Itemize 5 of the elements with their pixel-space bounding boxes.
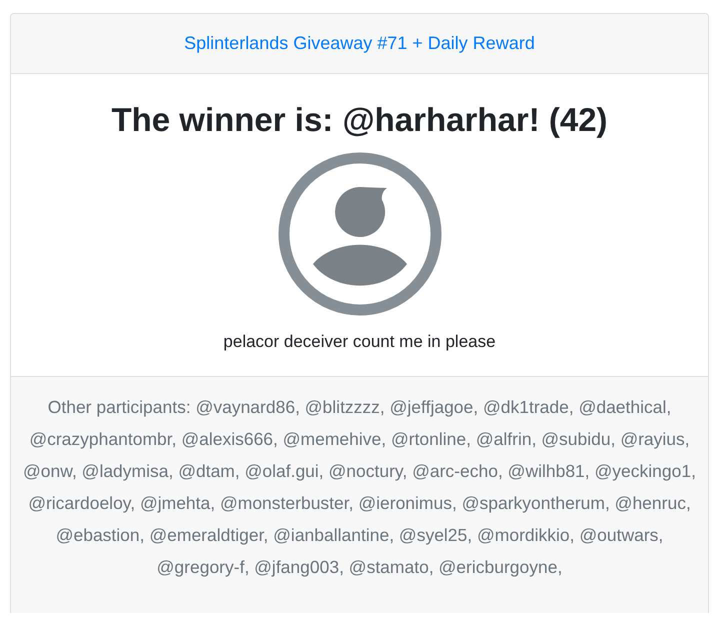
participants-list: Other participants: @vaynard86, @blitzzzz, @jeffjagoe, @dk1trade, @daethical, @crazyphantombr, @alexis666, @memehive, @rtonline, @alfrin, @subidu, @rayius, @onw, @ladymisa, @dtam, @olaf.gui, @noctury, @arc-echo, @wilhb81, @yeckingo1, @ricardoeloy, @jmehta, @monsterbuster, @ieronimus, @sparkyontherum, @henruc, @ebastion, @emeraldtiger, @ianballantine, @syel25, @mordikkio, @outwars, @gregory-f, @jfang003, @stamato, @ericburgoyne, — [19, 391, 700, 583]
giveaway-link[interactable]: Splinterlands Giveaway #71 + Daily Reward — [184, 33, 535, 54]
avatar-icon — [278, 152, 442, 316]
winner-comment: pelacor deceiver count me in please — [223, 332, 496, 352]
winner-title: The winner is: @harharhar! (42) — [111, 100, 608, 140]
